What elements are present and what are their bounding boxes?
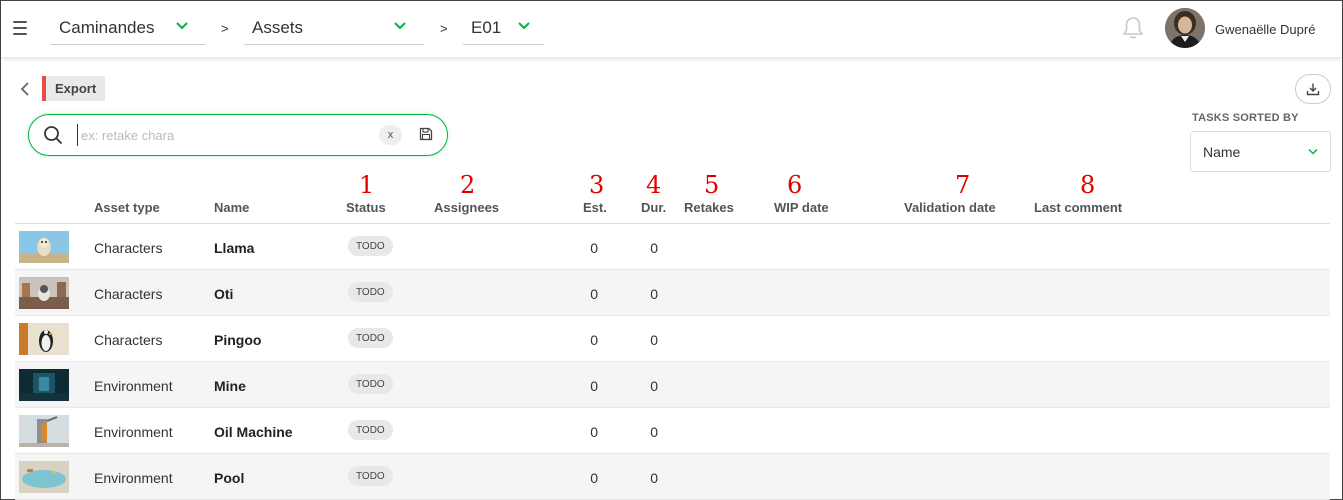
sort-label: TASKS SORTED BY	[1192, 112, 1299, 124]
estimation-cell: 0	[590, 470, 598, 486]
column-header-asset-type[interactable]: Asset type	[94, 200, 160, 215]
annotation-7: 7	[955, 171, 971, 199]
menu-icon[interactable]	[13, 21, 27, 35]
asset-thumbnail[interactable]	[19, 369, 69, 401]
avatar[interactable]	[1165, 8, 1205, 48]
column-header-last-comment[interactable]: Last comment	[1034, 200, 1122, 215]
asset-name-cell[interactable]: Pool	[214, 470, 244, 486]
column-header-retakes[interactable]: Retakes	[684, 200, 734, 215]
annotation-2: 2	[460, 171, 476, 199]
asset-thumbnail[interactable]	[19, 277, 69, 309]
export-label: Export	[55, 81, 97, 96]
breadcrumb-separator: >	[221, 21, 229, 36]
duration-cell: 0	[650, 332, 658, 348]
asset-type-cell: Characters	[94, 332, 163, 348]
duration-cell: 0	[650, 240, 658, 256]
download-icon	[1306, 83, 1320, 96]
duration-cell: 0	[650, 286, 658, 302]
episode-select-label: E01	[471, 17, 502, 37]
production-select-label: Caminandes	[59, 17, 155, 37]
save-search-icon[interactable]	[419, 127, 433, 141]
annotation-5: 5	[704, 171, 720, 199]
chevron-down-icon	[176, 22, 188, 30]
annotation-8: 8	[1080, 171, 1096, 199]
status-badge[interactable]: TODO	[348, 328, 393, 348]
column-header-estimation[interactable]: Est.	[583, 200, 607, 215]
estimation-cell: 0	[590, 424, 598, 440]
download-button[interactable]	[1295, 74, 1331, 104]
status-badge[interactable]: TODO	[348, 282, 393, 302]
asset-name-cell[interactable]: Pingoo	[214, 332, 261, 348]
column-header-assignees[interactable]: Assignees	[434, 200, 499, 215]
sort-select[interactable]: Name	[1190, 131, 1331, 172]
chevron-down-icon	[518, 22, 530, 30]
estimation-cell: 0	[590, 378, 598, 394]
asset-type-cell: Characters	[94, 240, 163, 256]
asset-thumbnail[interactable]	[19, 323, 69, 355]
asset-thumbnail[interactable]	[19, 415, 69, 447]
top-bar: Caminandes > Assets > E01 Gwenaëlle Dupr…	[1, 1, 1342, 57]
estimation-cell: 0	[590, 240, 598, 256]
duration-cell: 0	[650, 470, 658, 486]
annotation-1: 1	[359, 171, 375, 199]
search-icon	[44, 126, 63, 145]
back-arrow-icon[interactable]	[19, 81, 31, 97]
table-row[interactable]: Environment Mine TODO 0 0	[15, 362, 1330, 408]
export-tag: Export	[42, 76, 106, 101]
table-row[interactable]: Characters Oti TODO 0 0	[15, 270, 1330, 316]
section-select-label: Assets	[252, 17, 304, 37]
estimation-cell: 0	[590, 286, 598, 302]
status-badge[interactable]: TODO	[348, 236, 393, 256]
annotation-6: 6	[787, 171, 803, 199]
table-row[interactable]: Characters Llama TODO 0 0	[15, 224, 1330, 270]
breadcrumb-separator: >	[440, 21, 448, 36]
column-header-name[interactable]: Name	[214, 200, 249, 215]
status-badge[interactable]: TODO	[348, 374, 393, 394]
user-name[interactable]: Gwenaëlle Dupré	[1215, 22, 1315, 37]
annotation-3: 3	[589, 171, 605, 199]
episode-select[interactable]: E01	[463, 11, 544, 45]
asset-type-cell: Characters	[94, 286, 163, 302]
duration-cell: 0	[650, 424, 658, 440]
chevron-down-icon	[394, 22, 406, 30]
status-badge[interactable]: TODO	[348, 420, 393, 440]
table-row[interactable]: Environment Oil Machine TODO 0 0	[15, 408, 1330, 454]
status-badge[interactable]: TODO	[348, 466, 393, 486]
asset-type-cell: Environment	[94, 378, 173, 394]
production-select[interactable]: Caminandes	[51, 11, 206, 45]
asset-type-cell: Environment	[94, 470, 173, 486]
notification-bell-icon[interactable]	[1120, 15, 1146, 41]
asset-name-cell[interactable]: Oti	[214, 286, 233, 302]
asset-name-cell[interactable]: Oil Machine	[214, 424, 293, 440]
column-header-validation-date[interactable]: Validation date	[904, 200, 996, 215]
section-select[interactable]: Assets	[244, 11, 424, 45]
table-row[interactable]: Characters Pingoo TODO 0 0	[15, 316, 1330, 362]
column-header-wip-date[interactable]: WIP date	[774, 200, 829, 215]
column-header-status[interactable]: Status	[346, 200, 386, 215]
asset-type-cell: Environment	[94, 424, 173, 440]
asset-thumbnail[interactable]	[19, 461, 69, 493]
chevron-down-icon	[1308, 149, 1318, 155]
asset-thumbnail[interactable]	[19, 231, 69, 263]
search-box: x	[28, 114, 448, 156]
search-input[interactable]	[77, 124, 367, 146]
column-header-duration[interactable]: Dur.	[641, 200, 666, 215]
estimation-cell: 0	[590, 332, 598, 348]
user-photo	[1165, 8, 1205, 48]
table-row[interactable]: Environment Pool TODO 0 0	[15, 454, 1330, 500]
asset-name-cell[interactable]: Llama	[214, 240, 254, 256]
clear-search-button[interactable]: x	[379, 125, 402, 145]
asset-name-cell[interactable]: Mine	[214, 378, 246, 394]
sort-select-value: Name	[1203, 143, 1241, 160]
annotation-4: 4	[646, 171, 662, 199]
duration-cell: 0	[650, 378, 658, 394]
